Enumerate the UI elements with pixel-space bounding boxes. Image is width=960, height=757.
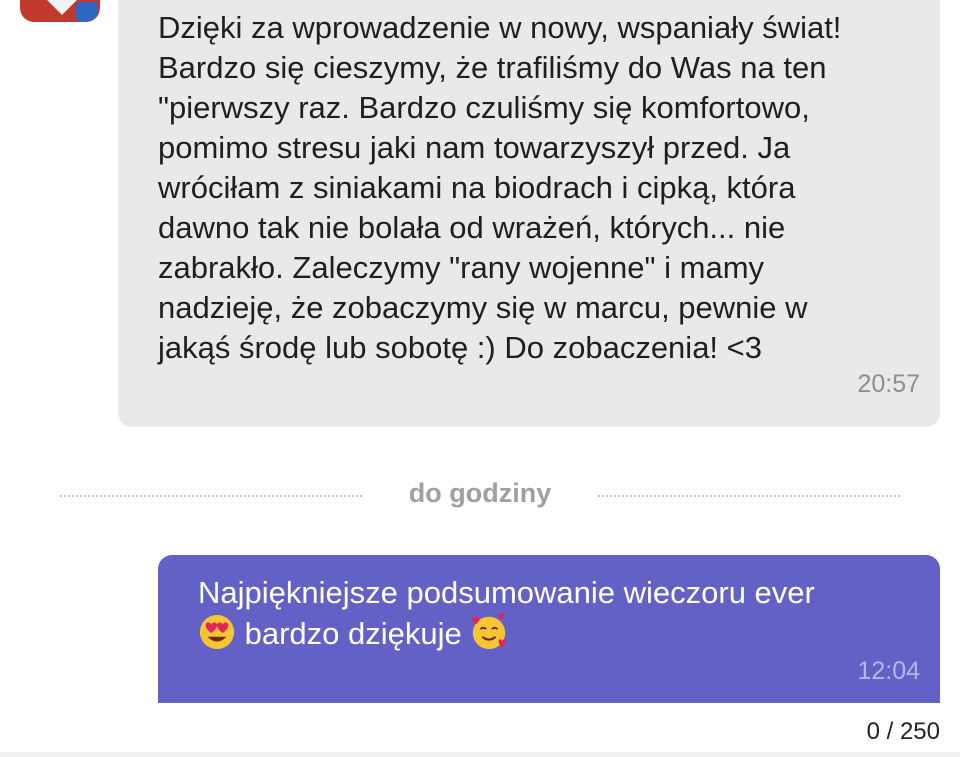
heart-eyes-emoji-icon <box>199 614 235 650</box>
smiling-hearts-emoji-icon <box>472 613 507 650</box>
chat-screen: Dzięki za wprowadzenie w nowy, wspaniały… <box>0 0 960 757</box>
outgoing-message-line-1: Najpiękniejsze podsumowanie wieczoru eve… <box>198 575 815 610</box>
divider-label: do godziny <box>408 478 552 508</box>
incoming-message-bubble[interactable]: Dzięki za wprowadzenie w nowy, wspaniały… <box>118 0 940 427</box>
outgoing-message-line-2: bardzo dziękuje <box>244 616 471 651</box>
time-divider: do godziny <box>60 476 900 516</box>
incoming-message-text: Dzięki za wprowadzenie w nowy, wspaniały… <box>158 10 842 365</box>
outgoing-message-time: 12:04 <box>857 657 920 685</box>
character-counter: 0 / 250 <box>866 718 940 745</box>
incoming-message-time: 20:57 <box>857 370 920 398</box>
outgoing-message-text: Najpiękniejsze podsumowanie wieczoru eve… <box>198 573 918 654</box>
outgoing-message-bubble[interactable]: Najpiękniejsze podsumowanie wieczoru eve… <box>158 555 940 703</box>
avatar-image <box>45 0 79 15</box>
avatar[interactable] <box>20 0 100 22</box>
avatar-badge <box>76 2 98 22</box>
composer-divider <box>0 752 960 757</box>
divider-line-right <box>598 495 900 497</box>
